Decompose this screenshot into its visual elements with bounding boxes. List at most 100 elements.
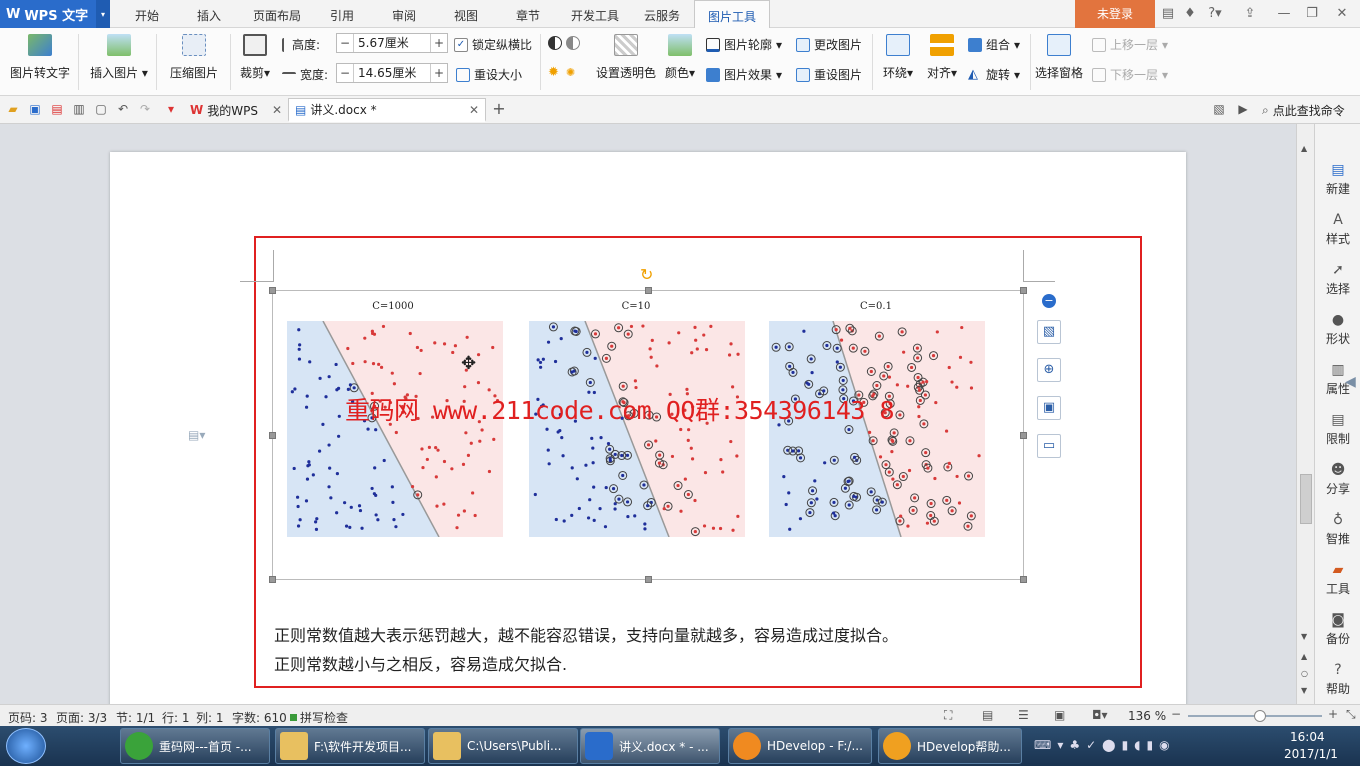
tab-chapter[interactable]: 章节	[508, 0, 548, 28]
close-tab-icon[interactable]: ✕	[272, 103, 282, 117]
group-button[interactable]: 组合 ▾	[968, 36, 1020, 53]
width-field[interactable]: 14.65厘米	[353, 64, 431, 82]
tab-cloud[interactable]: 云服务	[638, 0, 686, 28]
document-page[interactable]: ▤▾ ↻ C=1000 C=10 C=0.1 重码网 www.211code.c…	[110, 152, 1186, 704]
scroll-thumb[interactable]	[1300, 474, 1312, 524]
select-browse-icon[interactable]: ○	[1301, 669, 1308, 678]
resize-grip-icon[interactable]: ⤡	[1346, 707, 1356, 722]
task-item-wps[interactable]: 讲义.docx * - ...	[580, 728, 720, 764]
start-button[interactable]	[6, 728, 46, 764]
panel-style[interactable]: A 样式	[1315, 212, 1360, 247]
picture-effect-button[interactable]: 图片效果 ▾	[706, 66, 782, 83]
collapse-icon[interactable]: −	[1042, 294, 1056, 308]
rotate-button[interactable]: ◭ 旋转 ▾	[968, 66, 1020, 83]
height-stepper[interactable]: − 5.67厘米 +	[336, 33, 448, 53]
flag-icon[interactable]: ▶	[1236, 102, 1250, 116]
zoom-in-icon[interactable]: ⊕	[1037, 358, 1061, 382]
resize-handle[interactable]	[1020, 576, 1027, 583]
plus-icon[interactable]: +	[431, 36, 447, 50]
panel-shape[interactable]: ● 形状	[1315, 312, 1360, 347]
tab-reference[interactable]: 引用	[322, 0, 362, 28]
align-button[interactable]: 对齐▾	[922, 32, 962, 81]
task-item-folder2[interactable]: C:\Users\Publi...	[428, 728, 578, 764]
resize-handle[interactable]	[269, 576, 276, 583]
reset-picture-button[interactable]: 重设图片	[796, 66, 862, 83]
vertical-scrollbar[interactable]: ▲ ▼ ▲ ○ ▼	[1296, 124, 1314, 704]
width-stepper[interactable]: − 14.65厘米 +	[336, 63, 448, 83]
wrap-button[interactable]: 环绕▾	[878, 32, 918, 81]
panel-tools[interactable]: ▰ 工具	[1315, 562, 1360, 597]
resize-handle[interactable]	[1020, 432, 1027, 439]
web-view-icon[interactable]: ▣	[1054, 708, 1065, 722]
skin-icon[interactable]: ▤	[1160, 6, 1176, 22]
scroll-up-icon[interactable]: ▲	[1301, 144, 1307, 153]
minus-icon[interactable]: −	[337, 66, 353, 80]
tab-picture-tools[interactable]: 图片工具	[694, 0, 770, 29]
status-words[interactable]: 字数: 610	[232, 709, 287, 726]
picture-outline-button[interactable]: 图片轮廓 ▾	[706, 36, 782, 53]
selected-picture[interactable]: ↻ C=1000 C=10 C=0.1 重码网 www.211code.com …	[269, 265, 1027, 583]
tab-review[interactable]: 审阅	[384, 0, 424, 28]
command-search[interactable]: ⌕ 点此查找命令	[1262, 102, 1345, 119]
eye-protect-icon[interactable]: ◘▾	[1092, 708, 1108, 722]
prev-page-icon[interactable]: ▲	[1301, 652, 1307, 661]
panel-backup[interactable]: ◙ 备份	[1315, 612, 1360, 647]
tab-developer[interactable]: 开发工具	[566, 0, 624, 28]
crop-tool-icon[interactable]: ▣	[1037, 396, 1061, 420]
contrast-buttons[interactable]	[548, 36, 580, 50]
pdf-icon[interactable]: ▤	[50, 102, 64, 116]
clock-date[interactable]: 2017/1/1	[1284, 747, 1338, 761]
resize-handle[interactable]	[1020, 287, 1027, 294]
height-field[interactable]: 5.67厘米	[353, 34, 431, 52]
tab-document[interactable]: ▤ 讲义.docx * ✕	[288, 98, 486, 122]
pic-to-text-button[interactable]: 图片转文字	[8, 32, 72, 81]
tab-start[interactable]: 开始	[124, 0, 170, 28]
undo-icon[interactable]: ↶	[116, 102, 130, 116]
zoom-out-icon[interactable]: −	[1171, 707, 1181, 721]
rotate-handle-icon[interactable]: ↻	[640, 265, 653, 284]
layout-options-icon[interactable]: ▧	[1037, 320, 1061, 344]
crop-button[interactable]: 裁剪▾	[236, 32, 274, 81]
tab-layout[interactable]: 页面布局	[246, 0, 308, 28]
compress-picture-button[interactable]: 压缩图片	[166, 32, 222, 81]
status-page[interactable]: 页面: 3/3	[56, 709, 107, 726]
resize-handle[interactable]	[645, 287, 652, 294]
panel-help[interactable]: ? 帮助	[1315, 662, 1360, 697]
panel-expand-icon[interactable]: ◀	[1345, 374, 1356, 390]
task-item-folder1[interactable]: F:\软件开发项目...	[275, 728, 425, 764]
doc-icon[interactable]: ▧	[1212, 102, 1226, 116]
zoom-level[interactable]: 136 %	[1128, 709, 1166, 723]
spell-check-toggle[interactable]: 拼写检查	[290, 709, 348, 726]
help-icon[interactable]: ?▾	[1204, 6, 1226, 22]
insert-picture-button[interactable]: 插入图片 ▾	[88, 32, 150, 81]
color-button[interactable]: 颜色▾	[662, 32, 698, 81]
customize-icon[interactable]: ▾	[164, 102, 178, 116]
tab-mywps[interactable]: W 我的WPS ✕	[184, 98, 288, 122]
scroll-down-icon[interactable]: ▼	[1301, 632, 1307, 641]
open-folder-icon[interactable]: ▰	[6, 102, 20, 116]
shirt-icon[interactable]: ♦	[1182, 6, 1198, 22]
app-menu-button[interactable]: W WPS 文字 ▾	[0, 0, 110, 28]
frame-tool-icon[interactable]: ▭	[1037, 434, 1061, 458]
bring-forward-button[interactable]: 上移一层 ▾	[1092, 36, 1168, 53]
minus-icon[interactable]: −	[337, 36, 353, 50]
zoom-slider-thumb[interactable]	[1254, 710, 1266, 722]
redo-icon[interactable]: ↷	[138, 102, 152, 116]
brightness-buttons[interactable]: ✹ ✺	[548, 66, 580, 80]
save-icon[interactable]: ▣	[28, 102, 42, 116]
resize-handle[interactable]	[269, 287, 276, 294]
login-button[interactable]: 未登录	[1075, 0, 1155, 28]
panel-share[interactable]: ☻ 分享	[1315, 462, 1360, 497]
task-item-browser[interactable]: 重码网---首页 -...	[120, 728, 270, 764]
change-picture-button[interactable]: 更改图片	[796, 36, 862, 53]
page-view-icon[interactable]: ▤	[982, 708, 993, 722]
tab-insert[interactable]: 插入	[186, 0, 232, 28]
panel-recommend[interactable]: ♁ 智推	[1315, 512, 1360, 547]
zoom-slider[interactable]	[1188, 710, 1322, 722]
reset-size-button[interactable]: 重设大小	[456, 66, 522, 83]
select-pane-button[interactable]: 选择窗格	[1032, 32, 1086, 81]
print-preview-icon[interactable]: ▢	[94, 102, 108, 116]
clock-time[interactable]: 16:04	[1290, 730, 1325, 744]
maximize-icon[interactable]: ❐	[1304, 6, 1320, 22]
lock-ratio-checkbox[interactable]: ✓ 锁定纵横比	[454, 36, 532, 53]
